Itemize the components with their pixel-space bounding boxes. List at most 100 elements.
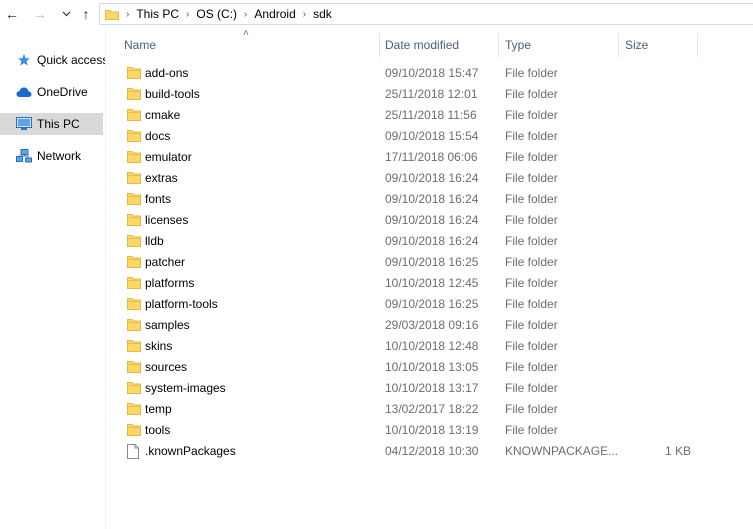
file-date-modified: 09/10/2018 15:54 bbox=[385, 129, 479, 143]
sidebar-item-this-pc[interactable]: This PC bbox=[0, 113, 103, 135]
forward-button[interactable]: → bbox=[30, 4, 50, 24]
file-date-modified: 09/10/2018 16:24 bbox=[385, 171, 479, 185]
file-type: File folder bbox=[505, 150, 558, 164]
file-row[interactable]: patcher 09/10/2018 16:25 File folder bbox=[121, 252, 721, 273]
file-type: File folder bbox=[505, 171, 558, 185]
back-button[interactable]: ← bbox=[2, 4, 22, 24]
file-row[interactable]: system-images 10/10/2018 13:17 File folder bbox=[121, 378, 721, 399]
file-type: File folder bbox=[505, 108, 558, 122]
file-name: temp bbox=[145, 402, 172, 416]
file-name: sources bbox=[145, 360, 188, 374]
file-name: emulator bbox=[145, 150, 192, 164]
column-header-size[interactable]: Size bbox=[625, 33, 697, 57]
file-type: File folder bbox=[505, 339, 558, 353]
file-type: File folder bbox=[505, 192, 558, 206]
file-name: fonts bbox=[145, 192, 172, 206]
recent-locations-button[interactable] bbox=[56, 4, 76, 24]
file-row[interactable]: temp 13/02/2017 18:22 File folder bbox=[121, 399, 721, 420]
file-type: File folder bbox=[505, 318, 558, 332]
file-type: File folder bbox=[505, 129, 558, 143]
column-divider[interactable] bbox=[379, 33, 380, 57]
chevron-right-icon[interactable]: › bbox=[126, 9, 129, 20]
breadcrumb-os-c[interactable]: OS (C:) bbox=[196, 7, 237, 21]
address-bar[interactable]: › This PC › OS (C:) › Android › sdk bbox=[99, 3, 753, 25]
chevron-right-icon[interactable]: › bbox=[186, 9, 189, 20]
file-name: cmake bbox=[145, 108, 181, 122]
file-date-modified: 25/11/2018 12:01 bbox=[385, 87, 478, 101]
sidebar-item-network[interactable]: Network bbox=[0, 145, 103, 167]
file-type: File folder bbox=[505, 423, 558, 437]
file-date-modified: 09/10/2018 16:25 bbox=[385, 297, 479, 311]
file-row[interactable]: sources 10/10/2018 13:05 File folder bbox=[121, 357, 721, 378]
file-date-modified: 09/10/2018 16:25 bbox=[385, 255, 479, 269]
file-row[interactable]: licenses 09/10/2018 16:24 File folder bbox=[121, 210, 721, 231]
folder-icon bbox=[127, 213, 141, 228]
file-row[interactable]: skins 10/10/2018 12:48 File folder bbox=[121, 336, 721, 357]
column-header-type[interactable]: Type bbox=[505, 33, 617, 57]
file-row[interactable]: docs 09/10/2018 15:54 File folder bbox=[121, 126, 721, 147]
breadcrumb-android[interactable]: Android bbox=[254, 7, 295, 21]
file-row[interactable]: add-ons 09/10/2018 15:47 File folder bbox=[121, 63, 721, 84]
column-divider[interactable] bbox=[618, 33, 619, 57]
network-icon bbox=[16, 148, 32, 164]
up-button[interactable]: ↑ bbox=[76, 4, 96, 24]
file-name: platform-tools bbox=[145, 297, 218, 311]
column-divider[interactable] bbox=[697, 33, 698, 57]
file-type: File folder bbox=[505, 381, 558, 395]
file-date-modified: 17/11/2018 06:06 bbox=[385, 150, 478, 164]
column-header-date-modified[interactable]: Date modified bbox=[385, 33, 497, 57]
column-header-name[interactable]: Name bbox=[124, 33, 378, 57]
file-row[interactable]: tools 10/10/2018 13:19 File folder bbox=[121, 420, 721, 441]
cloud-icon bbox=[16, 84, 32, 100]
file-date-modified: 09/10/2018 15:47 bbox=[385, 66, 479, 80]
file-row[interactable]: cmake 25/11/2018 11:56 File folder bbox=[121, 105, 721, 126]
sidebar-item-onedrive[interactable]: OneDrive bbox=[0, 81, 103, 103]
computer-icon bbox=[16, 116, 32, 132]
file-type: File folder bbox=[505, 255, 558, 269]
chevron-right-icon[interactable]: › bbox=[244, 9, 247, 20]
folder-icon bbox=[127, 339, 141, 354]
file-name: build-tools bbox=[145, 87, 200, 101]
file-row[interactable]: emulator 17/11/2018 06:06 File folder bbox=[121, 147, 721, 168]
folder-icon bbox=[127, 297, 141, 312]
file-name: tools bbox=[145, 423, 171, 437]
file-name: lldb bbox=[145, 234, 164, 248]
chevron-right-icon[interactable]: › bbox=[303, 9, 306, 20]
folder-icon bbox=[127, 255, 141, 270]
file-row[interactable]: extras 09/10/2018 16:24 File folder bbox=[121, 168, 721, 189]
file-row[interactable]: samples 29/03/2018 09:16 File folder bbox=[121, 315, 721, 336]
file-name: skins bbox=[145, 339, 173, 353]
file-row[interactable]: platforms 10/10/2018 12:45 File folder bbox=[121, 273, 721, 294]
file-type: File folder bbox=[505, 213, 558, 227]
file-row[interactable]: .knownPackages 04/12/2018 10:30 KNOWNPACKA… bbox=[121, 441, 721, 462]
folder-icon bbox=[127, 276, 141, 291]
file-date-modified: 09/10/2018 16:24 bbox=[385, 213, 479, 227]
column-divider[interactable] bbox=[498, 33, 499, 57]
file-icon bbox=[127, 444, 141, 459]
navigation-pane: Quick access OneDrive This PC Network bbox=[0, 29, 106, 529]
folder-icon bbox=[127, 318, 141, 333]
file-name: extras bbox=[145, 171, 178, 185]
file-date-modified: 10/10/2018 13:19 bbox=[385, 423, 479, 437]
file-row[interactable]: lldb 09/10/2018 16:24 File folder bbox=[121, 231, 721, 252]
file-name: .knownPackages bbox=[145, 444, 236, 458]
sidebar-item-label: OneDrive bbox=[37, 85, 88, 99]
folder-icon bbox=[127, 234, 141, 249]
breadcrumb-this-pc[interactable]: This PC bbox=[136, 7, 179, 21]
back-arrow-icon: ← bbox=[5, 6, 19, 22]
file-row[interactable]: fonts 09/10/2018 16:24 File folder bbox=[121, 189, 721, 210]
navigation-bar: ← → ↑ › This PC › OS (C:) › Android › sd… bbox=[0, 0, 753, 29]
file-name: samples bbox=[145, 318, 190, 332]
sidebar-item-quick-access[interactable]: Quick access bbox=[0, 49, 105, 71]
folder-icon bbox=[127, 87, 141, 102]
file-size: 1 KB bbox=[664, 444, 691, 458]
file-row[interactable]: build-tools 25/11/2018 12:01 File folder bbox=[121, 84, 721, 105]
folder-icon bbox=[127, 423, 141, 438]
column-header-label: Date modified bbox=[385, 38, 460, 52]
file-date-modified: 10/10/2018 13:17 bbox=[385, 381, 479, 395]
breadcrumb-sdk[interactable]: sdk bbox=[313, 7, 332, 21]
file-date-modified: 09/10/2018 16:24 bbox=[385, 234, 479, 248]
folder-icon bbox=[127, 150, 141, 165]
file-date-modified: 10/10/2018 12:45 bbox=[385, 276, 479, 290]
file-row[interactable]: platform-tools 09/10/2018 16:25 File folde… bbox=[121, 294, 721, 315]
